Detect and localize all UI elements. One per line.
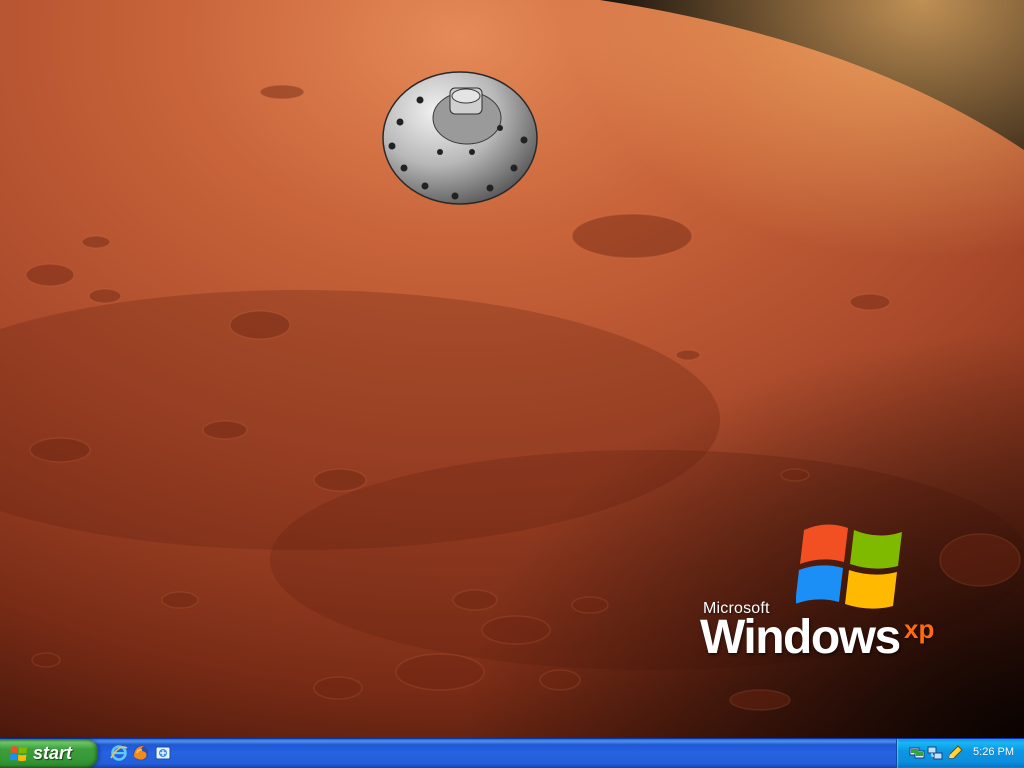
- windows-flag-icon: [796, 524, 902, 609]
- desktop[interactable]: Microsoft Windows xp: [0, 0, 1024, 738]
- landing-capsule: [382, 71, 538, 205]
- windows-flag-icon: [10, 746, 27, 761]
- windows-wordmark: Windows: [700, 611, 901, 664]
- update-pencil-icon[interactable]: [947, 745, 963, 761]
- network-connection-icon[interactable]: [909, 745, 925, 761]
- xp-wordmark: xp: [904, 614, 935, 644]
- windows-xp-logo: Microsoft Windows xp: [700, 518, 950, 668]
- firefox-icon[interactable]: [132, 744, 150, 762]
- clock[interactable]: 5:26 PM: [973, 746, 1014, 758]
- windows-explorer-icon[interactable]: [154, 744, 172, 762]
- system-tray: 5:26 PM: [896, 739, 1024, 768]
- taskbar: start 5:26 PM: [0, 738, 1024, 768]
- start-button[interactable]: start: [0, 739, 98, 768]
- start-label: start: [33, 743, 73, 763]
- network-computers-icon[interactable]: [927, 745, 943, 761]
- internet-explorer-icon[interactable]: [110, 744, 128, 762]
